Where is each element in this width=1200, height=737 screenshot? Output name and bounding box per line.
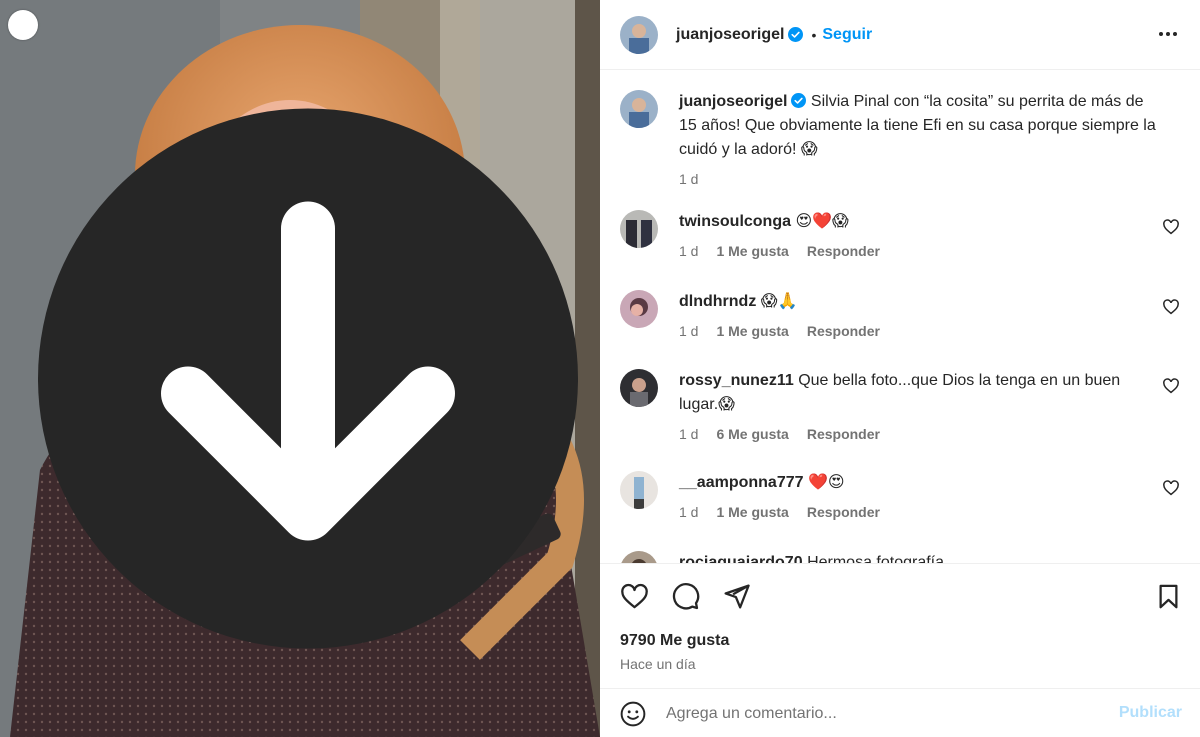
add-comment-bar: Publicar xyxy=(600,688,1200,737)
comment-bubble-icon[interactable] xyxy=(671,582,700,611)
commenter-avatar[interactable] xyxy=(620,471,658,509)
comment-time: 1 d xyxy=(679,323,699,339)
author-username[interactable]: juanjoseorigel xyxy=(676,26,784,44)
comment-likes[interactable]: 1 Me gusta xyxy=(716,503,788,521)
post-photo[interactable] xyxy=(0,0,600,737)
comment-time: 1 d xyxy=(679,426,699,442)
comment-username[interactable]: twinsoulconga xyxy=(679,213,791,230)
comment-time: 1 d xyxy=(679,243,699,259)
post-side-panel: juanjoseorigel • Seguir juanjoseorigel S… xyxy=(600,0,1200,737)
comment-username[interactable]: dlndhrndz xyxy=(679,293,756,310)
comment-likes[interactable]: 1 Me gusta xyxy=(716,322,788,340)
commenter-avatar[interactable] xyxy=(620,369,658,407)
download-icon xyxy=(38,108,578,649)
comment-likes[interactable]: 1 Me gusta xyxy=(716,242,788,260)
comments-list[interactable]: juanjoseorigel Silvia Pinal con “la cosi… xyxy=(600,71,1200,563)
author-avatar[interactable] xyxy=(620,15,658,54)
comment-likes[interactable]: 6 Me gusta xyxy=(716,425,788,443)
separator-dot: • xyxy=(811,26,817,43)
commenter-avatar[interactable] xyxy=(620,210,658,248)
comment-text: Hermosa fotografía xyxy=(807,554,945,563)
more-options-icon xyxy=(1159,32,1163,36)
heart-icon[interactable] xyxy=(1162,479,1180,497)
smiley-icon[interactable] xyxy=(620,701,646,727)
reply-button[interactable]: Responder xyxy=(807,242,880,260)
commenter-avatar[interactable] xyxy=(620,551,658,563)
bookmark-icon[interactable] xyxy=(1155,582,1182,611)
likes-count[interactable]: 9790 Me gusta xyxy=(620,632,729,650)
caption-username[interactable]: juanjoseorigel xyxy=(679,93,787,110)
commenter-avatar[interactable] xyxy=(620,290,658,328)
verified-badge-icon xyxy=(791,93,807,108)
reply-button[interactable]: Responder xyxy=(807,322,880,340)
action-bar xyxy=(620,582,751,611)
comment-text: ❤️😍 xyxy=(807,474,845,491)
post-header: juanjoseorigel • Seguir xyxy=(600,0,1200,70)
post-timestamp: Hace un día xyxy=(620,656,696,672)
verified-badge-icon xyxy=(788,27,804,42)
comment-input[interactable] xyxy=(666,704,1096,723)
author-avatar[interactable] xyxy=(620,90,658,128)
post-footer: 9790 Me gusta Hace un día Publicar xyxy=(600,563,1200,737)
follow-button[interactable]: Seguir xyxy=(822,26,872,44)
paper-plane-icon[interactable] xyxy=(722,582,751,611)
reply-button[interactable]: Responder xyxy=(807,425,880,443)
heart-icon[interactable] xyxy=(1162,377,1180,395)
publish-button[interactable]: Publicar xyxy=(1119,704,1182,722)
heart-icon[interactable] xyxy=(1162,218,1180,236)
caption-time: 1 d xyxy=(679,171,699,187)
heart-icon[interactable] xyxy=(620,582,649,611)
comment-username[interactable]: rossy_nunez11 xyxy=(679,372,794,389)
heart-icon[interactable] xyxy=(1162,298,1180,316)
more-options-button[interactable] xyxy=(1156,22,1180,46)
comment-text: 😍❤️😱 xyxy=(795,213,849,230)
comment-text: 😱🙏 xyxy=(760,293,798,310)
comment-username[interactable]: rociaguajardo70 xyxy=(679,554,803,563)
comment-time: 1 d xyxy=(679,504,699,520)
comment-username[interactable]: __aamponna777 xyxy=(679,474,804,491)
reply-button[interactable]: Responder xyxy=(807,503,880,521)
download-button[interactable] xyxy=(8,10,578,649)
